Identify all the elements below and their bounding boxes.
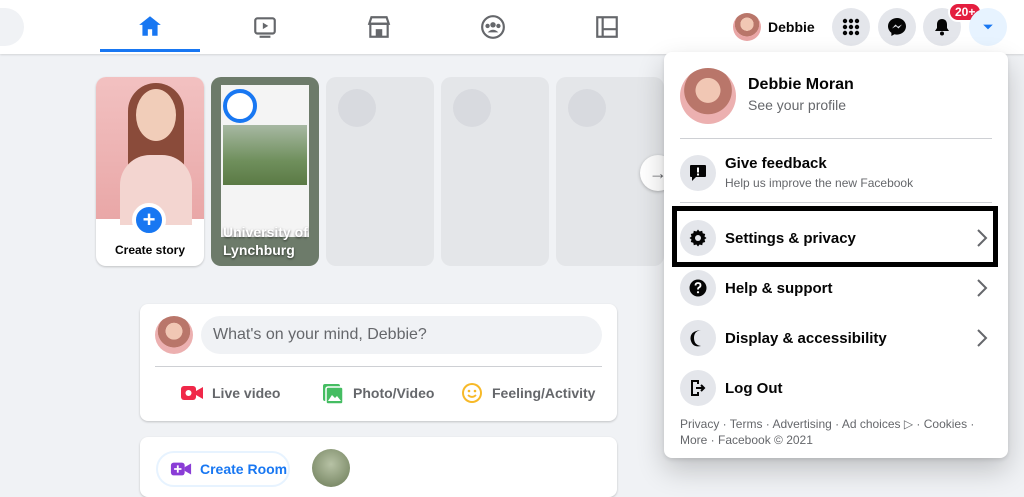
- story-field-photo: [223, 125, 307, 185]
- logout-icon: [680, 370, 716, 406]
- avatar: [733, 13, 761, 41]
- menu-item-log-out[interactable]: Log Out: [672, 364, 1000, 412]
- log-out-label: Log Out: [725, 379, 783, 397]
- profile-button[interactable]: Debbie: [730, 10, 820, 44]
- video-camera-icon: [181, 386, 203, 400]
- menu-item-give-feedback[interactable]: Give feedback Help us improve the new Fa…: [672, 149, 1000, 197]
- tab-marketplace[interactable]: [329, 4, 429, 50]
- gaming-icon: [596, 16, 618, 38]
- question-icon: [680, 270, 716, 306]
- create-story-card[interactable]: + Create story: [96, 77, 204, 266]
- marketplace-icon: [367, 16, 391, 38]
- avatar: [155, 316, 193, 354]
- story-author-name: University of Lynchburg: [223, 224, 308, 258]
- profile-name: Debbie: [768, 19, 815, 35]
- tab-watch[interactable]: [215, 4, 315, 50]
- story-placeholder: [326, 77, 434, 266]
- divider: [155, 366, 602, 367]
- photo-icon: [323, 384, 344, 405]
- create-story-label: Create story: [114, 243, 186, 257]
- live-video-button[interactable]: Live video: [180, 378, 280, 408]
- post-composer: What's on your mind, Debbie? Live video …: [140, 304, 617, 421]
- groups-icon: [481, 15, 505, 39]
- smiley-icon: [462, 383, 482, 403]
- menu-item-help-support[interactable]: Help & support: [672, 264, 1000, 312]
- avatar[interactable]: [312, 449, 350, 487]
- footer-links[interactable]: Privacy · Terms · Advertising · Ad choic…: [680, 416, 990, 448]
- live-video-label: Live video: [212, 385, 281, 401]
- top-navigation-bar: Debbie 20+: [0, 0, 1024, 54]
- home-icon: [139, 15, 161, 36]
- give-feedback-subtitle: Help us improve the new Facebook: [725, 176, 914, 190]
- photo-video-button[interactable]: Photo/Video: [321, 378, 434, 408]
- account-button[interactable]: [969, 8, 1007, 46]
- feedback-icon: [680, 155, 716, 191]
- video-plus-icon: [170, 462, 192, 476]
- menu-item-settings-privacy[interactable]: Settings & privacy: [672, 214, 1000, 262]
- menu-button[interactable]: [832, 8, 870, 46]
- avatar[interactable]: [680, 68, 736, 124]
- divider: [680, 138, 992, 139]
- bell-icon: [935, 19, 949, 36]
- create-room-label: Create Room: [200, 461, 288, 477]
- give-feedback-label: Give feedback: [725, 155, 827, 172]
- messenger-button[interactable]: [878, 8, 916, 46]
- display-accessibility-label: Display & accessibility: [725, 329, 887, 347]
- photo-video-label: Photo/Video: [353, 385, 435, 401]
- gear-icon: [680, 220, 716, 256]
- whats-on-your-mind-input[interactable]: What's on your mind, Debbie?: [201, 316, 602, 354]
- tab-groups[interactable]: [443, 4, 543, 50]
- university-logo: [223, 89, 257, 123]
- search-input[interactable]: [0, 8, 24, 46]
- caret-down-icon: [983, 24, 993, 30]
- see-profile-link[interactable]: See your profile: [748, 97, 846, 113]
- divider: [680, 202, 992, 203]
- feeling-activity-label: Feeling/Activity: [492, 385, 596, 401]
- chevron-right-icon: [977, 229, 988, 247]
- settings-privacy-label: Settings & privacy: [725, 229, 856, 247]
- account-dropdown-menu: Debbie Moran See your profile Give feedb…: [664, 52, 1008, 458]
- rooms-card: Create Room: [140, 437, 617, 497]
- chevron-right-icon: [977, 279, 988, 297]
- moon-icon: [680, 320, 716, 356]
- grid-icon: [842, 18, 860, 36]
- story-placeholder: [441, 77, 549, 266]
- story-profile-photo: [96, 77, 204, 225]
- profile-full-name[interactable]: Debbie Moran: [748, 76, 854, 94]
- feeling-activity-button[interactable]: Feeling/Activity: [460, 378, 595, 408]
- tab-gaming[interactable]: [557, 4, 657, 50]
- story-university[interactable]: University of Lynchburg: [211, 77, 319, 266]
- tab-home[interactable]: [100, 2, 200, 52]
- messenger-icon: [888, 18, 906, 36]
- chevron-right-icon: [977, 329, 988, 347]
- plus-icon: +: [132, 203, 166, 237]
- menu-item-display-accessibility[interactable]: Display & accessibility: [672, 314, 1000, 362]
- help-support-label: Help & support: [725, 279, 833, 297]
- create-room-button[interactable]: Create Room: [156, 451, 290, 487]
- watch-icon: [254, 17, 276, 38]
